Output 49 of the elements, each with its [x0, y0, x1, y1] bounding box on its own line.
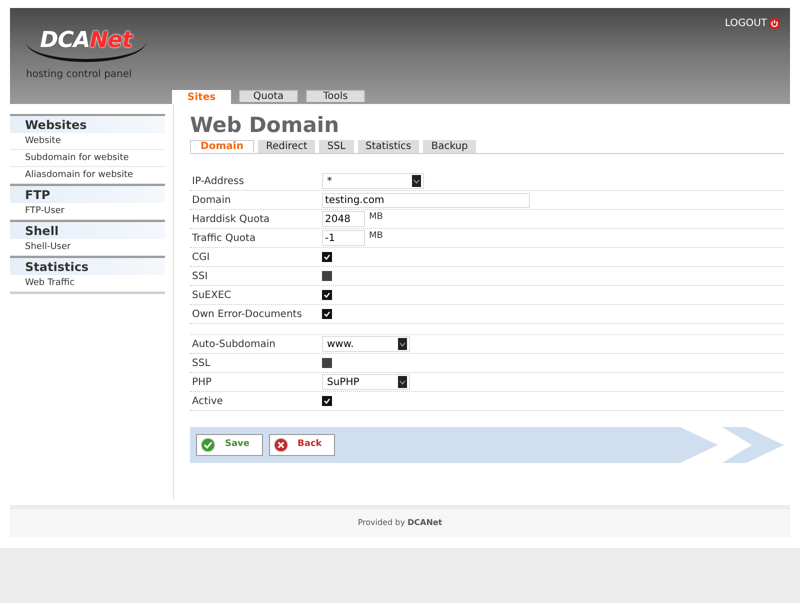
sidebar-heading: Shell: [10, 220, 165, 239]
back-button[interactable]: Back: [268, 434, 335, 456]
checkbox[interactable]: [322, 396, 332, 406]
field-label: SuEXEC: [191, 288, 232, 302]
subtitle: hosting control panel: [26, 68, 132, 82]
checkbox[interactable]: [322, 309, 332, 319]
page-title: Web Domain: [190, 112, 340, 138]
unit-label: MB: [369, 230, 383, 243]
check-icon: [201, 438, 215, 452]
field-label: SSI: [191, 270, 209, 284]
text-field[interactable]: -1: [322, 230, 365, 246]
sidebar-heading: FTP: [10, 184, 165, 203]
cross-icon: [274, 438, 288, 452]
field-label: SSL: [191, 356, 212, 370]
field-label: Auto-Subdomain: [191, 338, 276, 352]
sidebar-heading: Statistics: [10, 256, 165, 275]
dropdown[interactable]: SuPHP: [322, 374, 410, 390]
tab[interactable]: Backup: [423, 140, 476, 153]
tab[interactable]: Tools: [306, 90, 365, 102]
save-button[interactable]: Save: [196, 434, 263, 456]
checkbox[interactable]: [322, 252, 332, 262]
sidebar-item[interactable]: Website: [10, 133, 165, 150]
footer-text: Provided by DCANet: [358, 517, 442, 529]
field-label: Traffic Quota: [191, 232, 257, 246]
tab[interactable]: SSL: [319, 140, 354, 153]
text-field[interactable]: testing.com: [322, 192, 530, 208]
text-field[interactable]: 2048: [322, 211, 365, 227]
field-label: Harddisk Quota: [191, 212, 271, 226]
power-icon: [769, 18, 780, 29]
checkbox[interactable]: [322, 271, 332, 281]
field-label: Active: [191, 394, 224, 408]
dropdown[interactable]: www.: [322, 336, 410, 352]
sidebar-heading: Websites: [10, 114, 165, 133]
field-label: Own Error-Documents: [191, 308, 303, 322]
field-label: PHP: [191, 376, 213, 390]
tab[interactable]: Quota: [239, 90, 298, 102]
unit-label: MB: [369, 211, 383, 224]
sidebar-item[interactable]: Web Traffic: [10, 275, 165, 292]
checkbox[interactable]: [322, 290, 332, 300]
field-label: IP-Address: [191, 174, 245, 188]
logo: DCANet: [26, 22, 146, 62]
field-label: CGI: [191, 250, 211, 264]
tab[interactable]: Redirect: [258, 140, 316, 153]
logout-link[interactable]: LOGOUT: [724, 16, 780, 31]
sidebar-item[interactable]: Subdomain for website: [10, 150, 165, 167]
checkbox[interactable]: [322, 358, 332, 368]
field-label: Domain: [191, 194, 232, 208]
dropdown[interactable]: *: [322, 173, 424, 189]
tab[interactable]: Statistics: [358, 140, 420, 153]
